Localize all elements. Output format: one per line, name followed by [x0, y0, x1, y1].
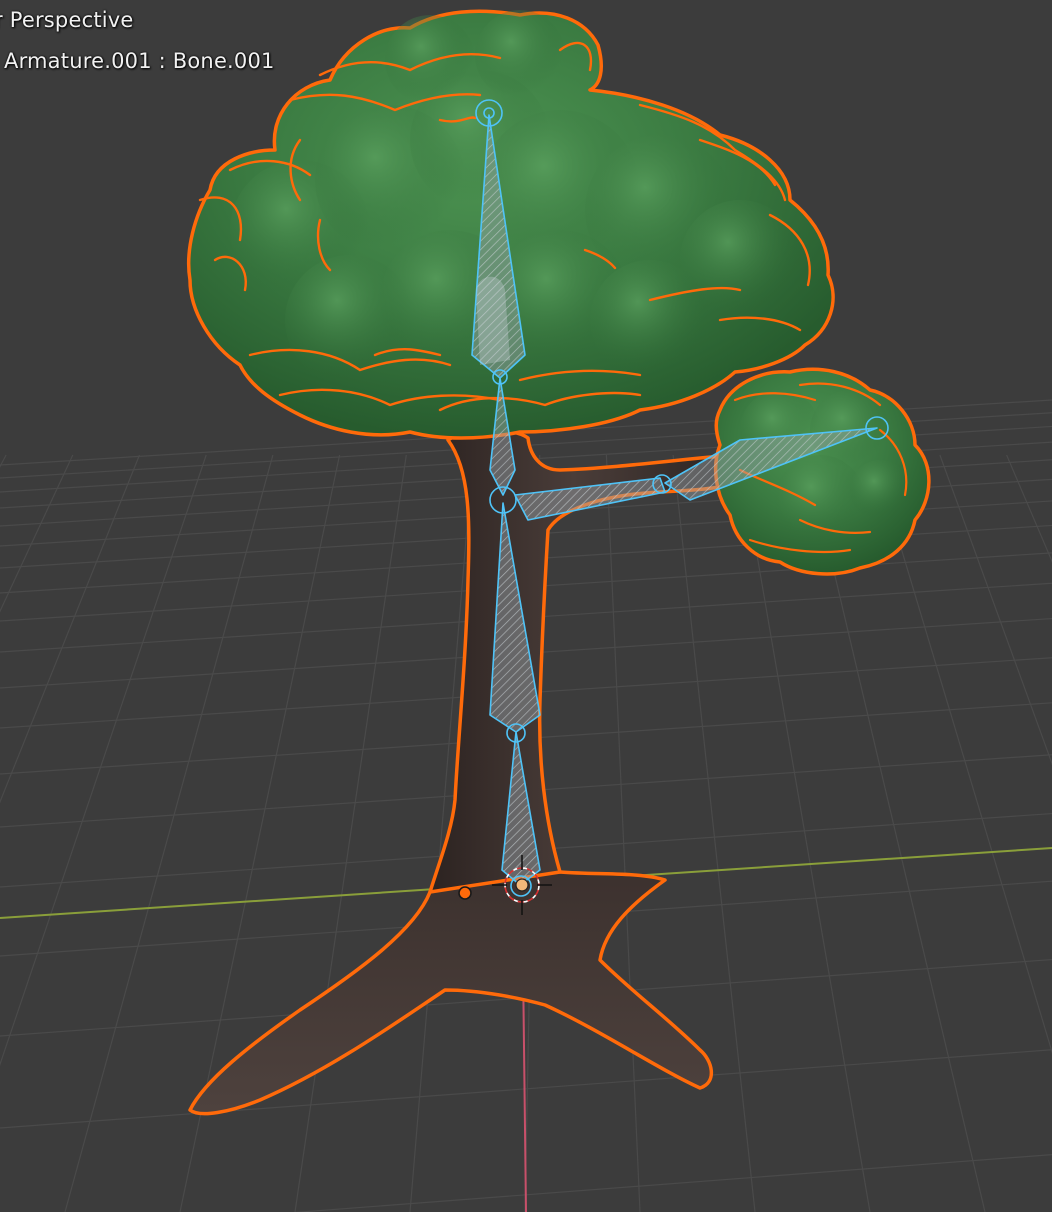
view-perspective-label: r Perspective: [0, 8, 134, 32]
3d-viewport[interactable]: r Perspective Armature.001 : Bone.001: [0, 0, 1052, 1212]
tree-roots[interactable]: [188, 866, 713, 1116]
grid-line: [605, 454, 641, 1212]
grid-line: [672, 454, 756, 1212]
grid-line: [872, 454, 1052, 1054]
grid-line: [939, 454, 1052, 766]
viewport-scene[interactable]: [0, 0, 1052, 1212]
grid-line: [0, 454, 141, 804]
bone-top-detail: [476, 276, 510, 365]
grid-line: [0, 454, 74, 613]
grid-line: [0, 1049, 1052, 1129]
object-origin-icon[interactable]: [515, 878, 529, 892]
grid-line: [0, 454, 207, 1067]
grid-line: [0, 454, 7, 468]
active-object-label: Armature.001 : Bone.001: [4, 49, 275, 73]
tree-mesh[interactable]: [186, 9, 931, 1116]
mesh-origin-icon[interactable]: [458, 886, 472, 900]
grid-line: [1006, 454, 1052, 563]
